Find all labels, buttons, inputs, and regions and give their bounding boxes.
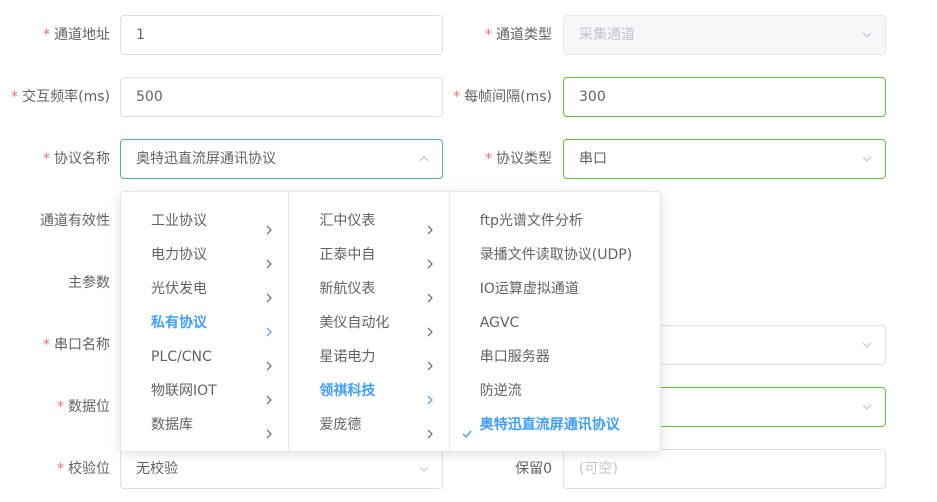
channel-type-label: * 通道类型 [485,27,552,43]
cascader-menu-level2: 汇中仪表正泰中自新航仪表美仪自动化星诺电力领祺科技爱庞德 [289,192,450,451]
cascader-item-l3[interactable]: ftp光谱文件分析 [450,204,660,238]
main-param-label: 主参数 [68,275,110,291]
parity-value: 无校验 [136,461,178,477]
row-protocol-name: * 协议名称 奥特迅直流屏通讯协议 * 协议类型 串口 [0,139,937,179]
cascader-item-label: ftp光谱文件分析 [479,213,583,229]
cascader-item-l3[interactable]: AGVC [450,306,660,340]
chevron-right-icon [264,317,274,337]
chevron-right-icon [264,215,274,235]
cascader-item-l2[interactable]: 新航仪表 [289,272,448,306]
chevron-right-icon [264,351,274,371]
row-parity: * 校验位 无校验 保留0 (可空) [0,449,937,489]
cascader-item-label: 美仪自动化 [319,315,390,331]
cascader-item-l1[interactable]: 光伏发电 [121,272,288,306]
cascader-item-l3[interactable]: 防逆流 [450,374,660,408]
cascader-item-l1[interactable]: PLC/CNC [121,340,288,374]
reserved0-placeholder: (可空) [579,461,618,477]
cascader-item-l2[interactable]: 美仪自动化 [289,306,448,340]
channel-validity-label: 通道有效性 [40,213,110,229]
cascader-item-l1[interactable]: 私有协议 [121,306,288,340]
chevron-right-icon [425,283,435,303]
interaction-freq-label: * 交互频率(ms) [11,89,110,105]
cascader-item-l2[interactable]: 汇中仪表 [289,204,448,238]
protocol-cascader-dropdown: 工业协议电力协议光伏发电私有协议 PLC/CNC 物联网IOT 数据库 汇中仪表正泰中… [120,191,661,452]
cascader-item-l2[interactable]: 星诺电力 [289,340,448,374]
cascader-item-label: 汇中仪表 [319,213,376,229]
chevron-right-icon [425,317,435,337]
channel-type-select[interactable]: 采集通道 [563,15,886,55]
cascader-item-label: PLC/CNC [151,349,212,365]
check-icon [461,419,473,439]
cascader-menu-level1: 工业协议电力协议光伏发电私有协议 PLC/CNC 物联网IOT 数据库 [121,192,290,451]
cascader-item-l1[interactable]: 电力协议 [121,238,288,272]
reserved0-input[interactable]: (可空) [563,449,886,489]
chevron-right-icon [264,419,274,439]
parity-select[interactable]: 无校验 [120,449,443,489]
channel-address-input[interactable]: 1 [120,15,443,55]
chevron-down-icon [861,29,873,41]
cascader-item-label: 录播文件读取协议(UDP) [479,247,633,263]
serial-name-label: * 串口名称 [43,337,110,353]
chevron-down-icon [861,339,873,351]
frame-interval-label: * 每帧间隔(ms) [453,89,552,105]
cascader-item-label: 奥特迅直流屏通讯协议 [479,417,620,433]
chevron-right-icon [264,283,274,303]
cascader-item-label: 防逆流 [479,383,522,399]
row-channel-address: * 通道地址 1 * 通道类型 采集通道 [0,15,937,55]
cascader-item-label: 串口服务器 [479,349,550,365]
cascader-item-label: AGVC [479,315,520,331]
parity-label: * 校验位 [57,461,110,477]
cascader-item-label: 数据库 [151,417,193,433]
chevron-down-icon [861,401,873,413]
chevron-down-icon [418,463,430,475]
cascader-item-l1[interactable]: 工业协议 [121,204,288,238]
cascader-item-label: 爱庞德 [319,417,362,433]
cascader-item-l3[interactable]: 串口服务器 [450,340,660,374]
cascader-item-l1[interactable]: 数据库 [121,408,288,442]
chevron-down-icon [861,153,873,165]
chevron-right-icon [425,351,435,371]
cascader-menu-level3: ftp光谱文件分析录播文件读取协议(UDP) IO运算虚拟通道 AGVC 串口服务器防… [450,192,660,451]
cascader-item-l3[interactable]: IO运算虚拟通道 [450,272,660,306]
chevron-right-icon [425,249,435,269]
cascader-item-label: 工业协议 [151,213,207,229]
interaction-freq-input[interactable]: 500 [120,77,443,117]
cascader-item-label: 电力协议 [151,247,207,263]
row-interaction-freq: * 交互频率(ms) 500 * 每帧间隔(ms) 300 [0,77,937,117]
channel-type-value: 采集通道 [579,27,635,43]
cascader-item-label: 星诺电力 [319,349,376,365]
chevron-right-icon [425,385,435,405]
protocol-name-cascader[interactable]: 奥特迅直流屏通讯协议 [120,139,443,179]
data-bits-label: * 数据位 [57,399,110,415]
cascader-item-l3[interactable]: 奥特迅直流屏通讯协议 [450,408,660,442]
chevron-right-icon [264,385,274,405]
cascader-item-label: 光伏发电 [151,281,207,297]
chevron-right-icon [264,249,274,269]
frame-interval-input[interactable]: 300 [563,77,886,117]
cascader-item-l3[interactable]: 录播文件读取协议(UDP) [450,238,660,272]
protocol-name-value: 奥特迅直流屏通讯协议 [136,151,276,167]
cascader-item-label: 领祺科技 [319,383,376,399]
cascader-item-label: 新航仪表 [319,281,376,297]
cascader-item-label: 私有协议 [151,315,207,331]
protocol-name-label: * 协议名称 [43,151,110,167]
chevron-right-icon [425,215,435,235]
cascader-item-l2[interactable]: 爱庞德 [289,408,448,442]
reserved0-label: 保留0 [515,461,552,477]
chevron-right-icon [425,419,435,439]
chevron-up-icon [418,153,430,165]
cascader-item-l2[interactable]: 领祺科技 [289,374,448,408]
protocol-type-select[interactable]: 串口 [563,139,886,179]
cascader-item-l2[interactable]: 正泰中自 [289,238,448,272]
protocol-type-value: 串口 [579,151,607,167]
protocol-type-label: * 协议类型 [485,151,552,167]
cascader-item-label: IO运算虚拟通道 [479,281,579,297]
cascader-item-label: 物联网IOT [151,383,217,399]
cascader-item-label: 正泰中自 [319,247,376,263]
cascader-item-l1[interactable]: 物联网IOT [121,374,288,408]
channel-address-label: * 通道地址 [43,27,110,43]
